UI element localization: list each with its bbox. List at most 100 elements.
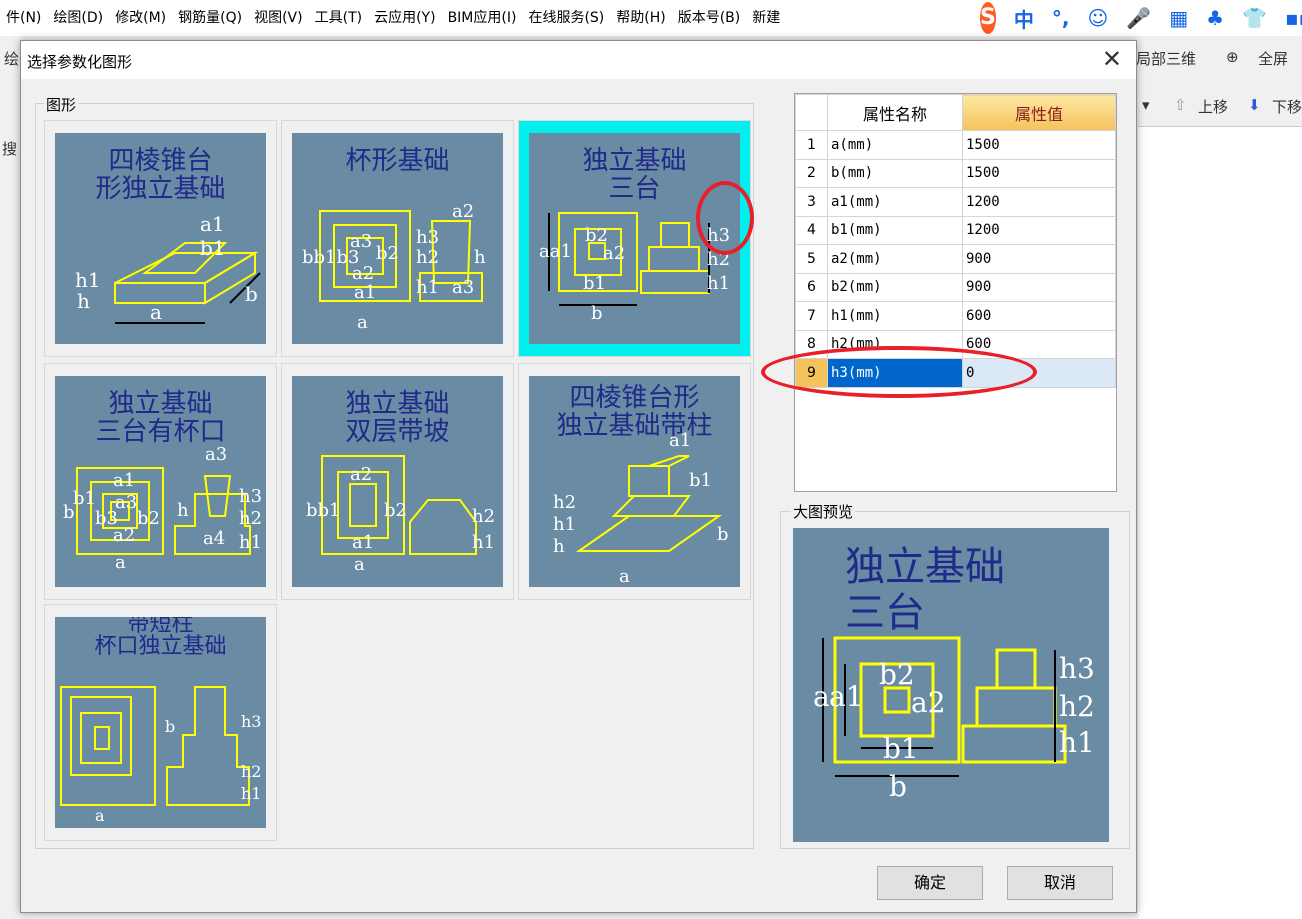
svg-text:h1: h1	[416, 277, 439, 298]
svg-text:b1: b1	[583, 273, 606, 294]
ime-item-icon[interactable]: ☺	[1087, 6, 1108, 30]
svg-text:a2: a2	[350, 464, 372, 485]
shape-thumbnail: h2 h1 h a b b1 a1 四棱锥台形 独立基础带柱	[529, 376, 740, 587]
background-canvas	[1138, 126, 1302, 919]
svg-text:h2: h2	[416, 247, 439, 268]
menu-item[interactable]: 件(N)	[0, 0, 47, 36]
svg-text:a4: a4	[203, 528, 225, 549]
property-value-cell[interactable]: 900	[962, 244, 1116, 274]
shape-tile-title: 三台有杯口	[95, 417, 226, 447]
menu-item[interactable]: BIM应用(I)	[442, 0, 523, 36]
shape-tile[interactable]: a b h1 h a1 b1 四棱锥台 形独立基础	[44, 120, 277, 357]
property-row[interactable]: 3 a1(mm) 1200	[795, 187, 1116, 217]
ime-item-icon[interactable]: 🎤	[1126, 6, 1151, 30]
preview-label-b2: b2	[879, 658, 915, 691]
svg-text:h: h	[77, 289, 90, 313]
svg-text:a2: a2	[352, 263, 374, 284]
preview-label-h3: h3	[1059, 652, 1095, 685]
svg-text:a1: a1	[352, 532, 374, 553]
ime-item-icon[interactable]: 中	[1014, 4, 1034, 33]
property-value-header[interactable]: 属性值	[962, 94, 1116, 131]
preview-label-h2: h2	[1059, 690, 1095, 723]
close-icon[interactable]: ✕	[1102, 45, 1122, 73]
shape-tile-title: 独立基础	[108, 389, 213, 419]
fullscreen-button[interactable]: 全屏	[1258, 48, 1288, 69]
ime-item-icon[interactable]: ▪▪	[1285, 6, 1302, 30]
property-row-number: 6	[795, 272, 828, 302]
move-down-button[interactable]: 下移	[1272, 96, 1302, 117]
red-annotation-ellipse	[761, 346, 1037, 398]
property-row[interactable]: 1 a(mm) 1500	[795, 130, 1116, 160]
svg-text:a3: a3	[350, 231, 372, 252]
svg-text:h1: h1	[472, 532, 495, 553]
menu-item[interactable]: 绘图(D)	[47, 0, 109, 36]
property-row[interactable]: 7 h1(mm) 600	[795, 301, 1116, 331]
svg-text:b1: b1	[689, 470, 712, 491]
shape-tile[interactable]: a b h3 h2 h1 带短柱 杯口独立基础	[44, 604, 277, 841]
property-value-cell[interactable]: 900	[962, 272, 1116, 302]
property-row[interactable]: 4 b1(mm) 1200	[795, 215, 1116, 245]
property-value-cell[interactable]: 1500	[962, 130, 1116, 160]
dropdown-arrow-icon[interactable]: ▾	[1142, 96, 1150, 114]
property-value-cell[interactable]: 1200	[962, 215, 1116, 245]
shape-tile[interactable]: h2 h1 h a b b1 a1 四棱锥台形 独立基础带柱	[518, 363, 751, 600]
menu-item[interactable]: 工具(T)	[309, 0, 368, 36]
ime-item-icon[interactable]: 👕	[1242, 6, 1267, 30]
zoom-icon[interactable]: ⊕	[1226, 48, 1239, 66]
shape-tile[interactable]: b b1 b3 b2 a1 a3 a2 a a3 a4 h3 h2 h1 h 独立基础 三台有杯口	[44, 363, 277, 600]
ime-item-icon[interactable]: °,	[1052, 6, 1070, 30]
cancel-button[interactable]: 取消	[1007, 866, 1113, 900]
menu-item[interactable]: 新建	[746, 0, 786, 36]
svg-text:a1: a1	[113, 470, 135, 491]
property-name-cell: b1(mm)	[827, 215, 963, 245]
property-row[interactable]: 6 b2(mm) 900	[795, 272, 1116, 302]
svg-text:a2: a2	[113, 525, 135, 546]
property-grid: 属性名称 属性值 1 a(mm) 1500 2 b(mm) 1500 3 a1(mm) 1200…	[794, 93, 1117, 492]
property-value-cell[interactable]: 1500	[962, 158, 1116, 188]
property-row-number: 5	[795, 244, 828, 274]
sogou-logo[interactable]: S	[980, 2, 996, 34]
svg-text:b: b	[165, 717, 175, 736]
svg-text:a1: a1	[354, 282, 376, 303]
ime-item-icon[interactable]: ▦	[1169, 6, 1188, 30]
property-row-number: 3	[795, 187, 828, 217]
shape-tile-title: 形独立基础	[95, 174, 226, 204]
property-row[interactable]: 2 b(mm) 1500	[795, 158, 1116, 188]
svg-text:b1: b1	[73, 488, 96, 509]
move-up-button[interactable]: 上移	[1198, 96, 1228, 117]
shape-tile[interactable]: bb1b3 b2 a3 a2 a1 a h3 h2 h1 a3 a2 h 杯形基础	[281, 120, 514, 357]
ok-button[interactable]: 确定	[877, 866, 983, 900]
svg-text:a1: a1	[200, 212, 225, 236]
svg-text:b2: b2	[384, 500, 407, 521]
menu-item[interactable]: 版本号(B)	[672, 0, 747, 36]
property-value-cell[interactable]: 600	[962, 301, 1116, 331]
shape-tile-title: 杯形基础	[345, 146, 450, 176]
menu-item[interactable]: 云应用(Y)	[368, 0, 441, 36]
property-row[interactable]: 5 a2(mm) 900	[795, 244, 1116, 274]
ime-item-icon[interactable]: ♣	[1206, 6, 1224, 30]
menu-item[interactable]: 视图(V)	[248, 0, 309, 36]
menu-item[interactable]: 在线服务(S)	[522, 0, 610, 36]
svg-text:a3: a3	[205, 444, 227, 465]
menu-item[interactable]: 修改(M)	[109, 0, 172, 36]
dialog-titlebar: 选择参数化图形 ✕	[21, 41, 1136, 79]
property-name-header[interactable]: 属性名称	[827, 94, 963, 131]
property-row-number: 1	[795, 130, 828, 160]
shape-tile-title: 独立基础	[345, 389, 450, 419]
preview-group: 大图预览 独立基础 三台 a a1 b2 a2 b1 b h3 h2 h1	[780, 501, 1130, 849]
local-3d-button[interactable]: 局部三维	[1136, 48, 1196, 69]
svg-text:a: a	[619, 566, 630, 587]
background-label: 绘	[4, 50, 20, 68]
menu-item[interactable]: 帮助(H)	[610, 0, 671, 36]
preview-label-a1: a1	[829, 680, 864, 713]
shape-thumbnail: a b h1 h a1 b1 四棱锥台 形独立基础	[55, 133, 266, 344]
menu-item[interactable]: 钢筋量(Q)	[172, 0, 248, 36]
background-left-panel: 搜	[0, 82, 22, 919]
property-value-cell[interactable]: 1200	[962, 187, 1116, 217]
svg-text:b: b	[717, 524, 729, 545]
svg-text:b: b	[245, 282, 258, 306]
shape-tile[interactable]: bb1 b2 a2 a1 a h2 h1 独立基础 双层带坡	[281, 363, 514, 600]
svg-text:b2: b2	[137, 508, 160, 529]
preview-title-line2: 三台	[845, 590, 925, 636]
shapes-group: 图形 a b h1 h a1 b1 四棱锥台 形独立基础 bb1b3 b2 a3 a2 a1 a h3 h2…	[35, 94, 754, 849]
